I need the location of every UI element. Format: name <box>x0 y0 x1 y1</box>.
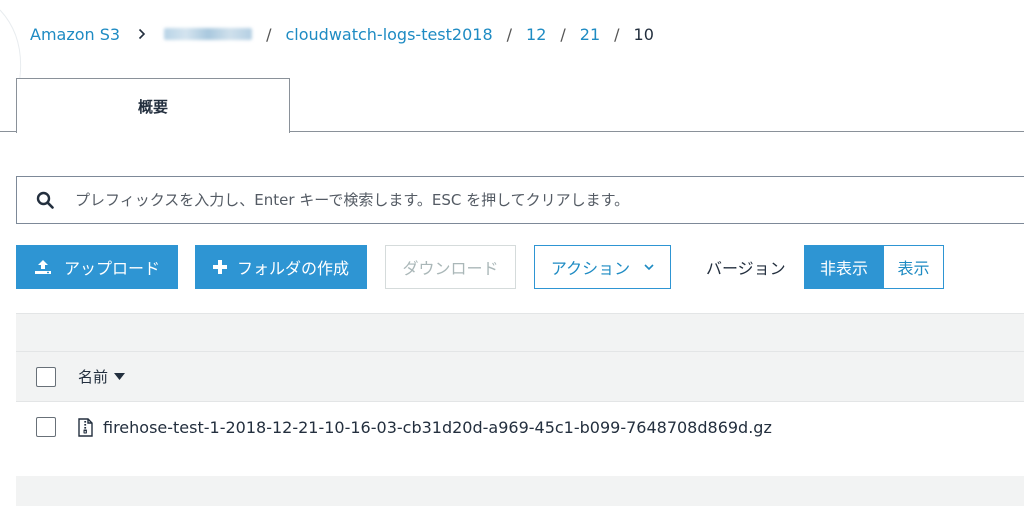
file-name-link[interactable]: firehose-test-1-2018-12-21-10-16-03-cb31… <box>103 418 772 437</box>
upload-button-label: アップロード <box>63 259 160 278</box>
breadcrumb-root-link[interactable]: Amazon S3 <box>30 25 120 44</box>
column-header-name[interactable]: 名前 <box>78 366 126 387</box>
create-folder-button-label: フォルダの作成 <box>236 259 349 278</box>
upload-button[interactable]: アップロード <box>16 245 178 289</box>
breadcrumb-separator: / <box>506 24 513 44</box>
breadcrumb-bucket-link[interactable]: cloudwatch-logs-test2018 <box>285 25 492 44</box>
column-header-name-label: 名前 <box>78 368 109 386</box>
version-show-button[interactable]: 表示 <box>884 245 944 289</box>
breadcrumb: Amazon S3 / cloudwatch-logs-test2018 / 1… <box>30 22 654 46</box>
table-row[interactable]: firehose-test-1-2018-12-21-10-16-03-cb31… <box>16 402 1024 452</box>
search-icon <box>17 177 73 223</box>
version-hide-label: 非表示 <box>819 259 868 278</box>
select-all-cell <box>16 366 76 387</box>
tab-overview[interactable]: 概要 <box>16 78 290 133</box>
row-checkbox[interactable] <box>36 417 56 437</box>
plus-icon <box>212 260 227 274</box>
row-select-cell <box>16 417 76 437</box>
tab-overview-label: 概要 <box>137 97 168 116</box>
table-top-band <box>16 313 1024 351</box>
search-input[interactable] <box>73 177 973 223</box>
breadcrumb-separator: / <box>614 24 620 44</box>
version-label: バージョン <box>706 259 786 278</box>
download-button[interactable]: ダウンロード <box>385 245 516 289</box>
chevron-right-icon <box>139 28 146 39</box>
breadcrumb-chevron <box>138 25 146 44</box>
table-bottom-band <box>16 476 1024 506</box>
create-folder-button[interactable]: フォルダの作成 <box>195 245 367 289</box>
sort-caret-icon <box>114 373 126 380</box>
breadcrumb-separator: / <box>266 24 272 44</box>
breadcrumb-path-12-link[interactable]: 12 <box>526 25 546 44</box>
actions-dropdown-label: アクション <box>550 259 631 278</box>
breadcrumb-separator: / <box>560 24 566 44</box>
chevron-down-icon <box>644 263 654 271</box>
search-bar <box>16 176 1024 224</box>
actions-dropdown[interactable]: アクション <box>534 245 671 289</box>
upload-icon <box>34 259 52 275</box>
version-toggle: 非表示 表示 <box>804 245 944 289</box>
download-button-label: ダウンロード <box>402 259 499 278</box>
table-header: 名前 <box>16 351 1024 402</box>
select-all-checkbox[interactable] <box>36 366 56 387</box>
file-zip-icon <box>78 417 93 437</box>
breadcrumb-account-redacted[interactable] <box>164 28 253 40</box>
breadcrumb-current: 10 <box>633 24 654 44</box>
breadcrumb-path-21-link[interactable]: 21 <box>580 25 600 44</box>
version-hide-button[interactable]: 非表示 <box>804 245 884 289</box>
file-cell: firehose-test-1-2018-12-21-10-16-03-cb31… <box>78 418 772 437</box>
version-show-label: 表示 <box>897 259 930 278</box>
